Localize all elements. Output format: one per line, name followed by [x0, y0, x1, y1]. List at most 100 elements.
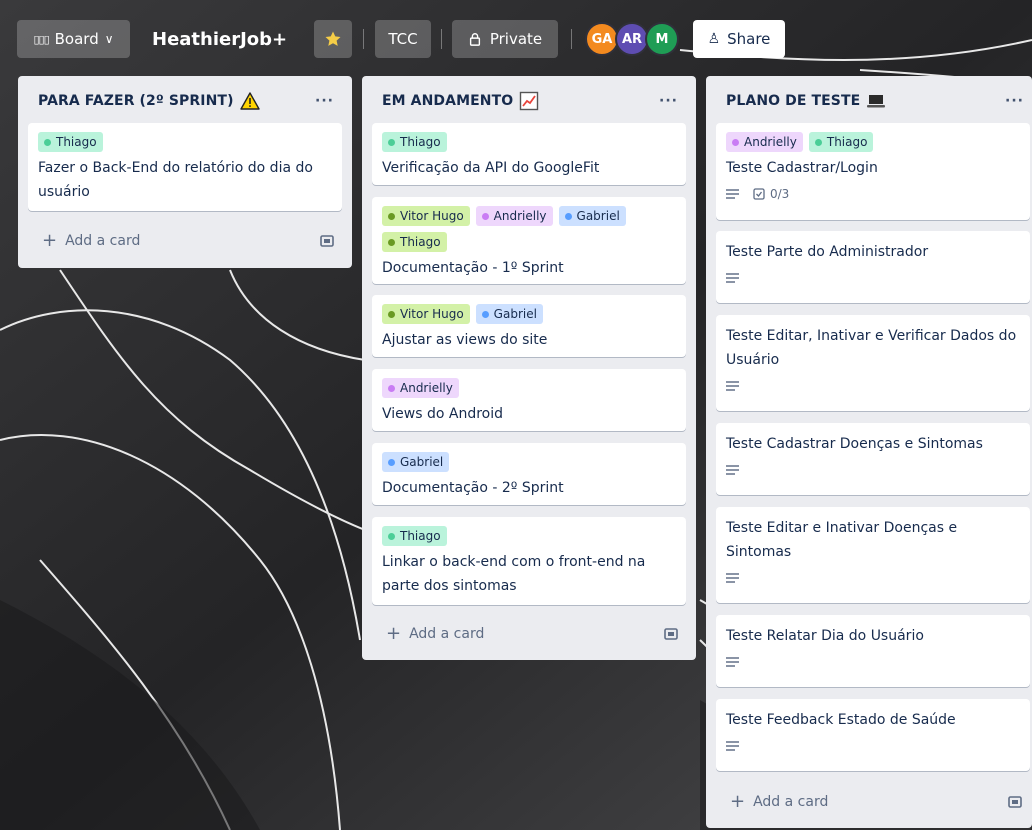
list-para-fazer: PARA FAZER (2º SPRINT) ··· Thiago Fazer …	[18, 76, 352, 268]
list-header[interactable]: PLANO DE TESTE ···	[706, 76, 1032, 126]
card-title: Documentação - 2º Sprint	[382, 480, 564, 496]
card-title: Verificação da API do GoogleFit	[382, 160, 600, 176]
card[interactable]: Thiago Verificação da API do GoogleFit	[372, 123, 686, 185]
card-label[interactable]: Thiago	[382, 132, 447, 152]
card-template-icon[interactable]	[1008, 795, 1022, 809]
avatar[interactable]: AR	[615, 22, 649, 56]
chart-icon	[520, 91, 539, 111]
visibility-label: Private	[489, 30, 543, 48]
avatar[interactable]: M	[645, 22, 679, 56]
description-icon	[726, 465, 739, 475]
share-label: Share	[727, 30, 771, 48]
card[interactable]: Teste Feedback Estado de Saúde	[716, 699, 1030, 771]
description-icon	[726, 573, 739, 583]
card-title: Views do Android	[382, 406, 503, 422]
list-plano-de-teste: PLANO DE TESTE ··· Andrielly Thiago Test…	[706, 76, 1032, 828]
card-badges	[726, 456, 1020, 484]
star-icon	[325, 31, 341, 46]
visibility-button[interactable]: Private	[452, 20, 558, 58]
card-title: Teste Cadastrar Doenças e Sintomas	[726, 436, 983, 452]
card-title: Ajustar as views do site	[382, 332, 548, 348]
description-icon	[726, 273, 739, 283]
plus-icon: +	[386, 623, 402, 644]
checklist-count: 0/3	[770, 187, 790, 201]
card-label[interactable]: Vitor Hugo	[382, 206, 470, 226]
card[interactable]: Teste Relatar Dia do Usuário	[716, 615, 1030, 687]
board-icon: ▯▯▯	[33, 32, 49, 46]
card[interactable]: Thiago Linkar o back-end com o front-end…	[372, 517, 686, 605]
add-person-icon: ♙	[707, 31, 721, 47]
header-divider	[441, 29, 442, 49]
board-title[interactable]: HeathierJob+	[152, 20, 287, 58]
card-badges	[726, 648, 1020, 676]
list-header[interactable]: EM ANDAMENTO ···	[362, 76, 696, 126]
add-card-button[interactable]: + Add a card	[716, 785, 1022, 819]
card-badges: 0/3	[726, 180, 1020, 208]
card-labels: Andrielly	[382, 378, 676, 398]
card-label[interactable]: Gabriel	[382, 452, 450, 472]
card-label[interactable]: Vitor Hugo	[382, 304, 470, 324]
add-card-button[interactable]: + Add a card	[372, 617, 686, 651]
card-title: Teste Cadastrar/Login	[726, 160, 878, 176]
card[interactable]: Andrielly Thiago Teste Cadastrar/Login 0…	[716, 123, 1030, 220]
board-view-switcher[interactable]: ▯▯▯ Board ∨	[17, 20, 130, 58]
list-title: PLANO DE TESTE	[726, 93, 861, 109]
card[interactable]: Teste Cadastrar Doenças e Sintomas	[716, 423, 1030, 495]
workspace-button[interactable]: TCC	[375, 20, 431, 58]
list-title: PARA FAZER (2º SPRINT)	[38, 93, 234, 109]
card[interactable]: Thiago Fazer o Back-End do relatório do …	[28, 123, 342, 211]
board-header: ▯▯▯ Board ∨ HeathierJob+ TCC Private GA …	[0, 0, 1032, 70]
list-menu-button[interactable]: ···	[1005, 93, 1024, 109]
card[interactable]: Andrielly Views do Android	[372, 369, 686, 431]
board-view-label: Board	[54, 30, 99, 48]
card-label[interactable]: Thiago	[382, 232, 447, 252]
card-labels: Thiago	[38, 132, 332, 152]
checklist-badge: 0/3	[753, 187, 789, 201]
card-label[interactable]: Andrielly	[475, 206, 553, 226]
list-title: EM ANDAMENTO	[382, 93, 514, 109]
card-labels: Vitor Hugo Gabriel	[382, 304, 676, 324]
card[interactable]: Vitor Hugo Andrielly Gabriel Thiago Docu…	[372, 197, 686, 284]
description-icon	[726, 741, 739, 751]
card[interactable]: Teste Editar e Inativar Doenças e Sintom…	[716, 507, 1030, 603]
card-title: Fazer o Back-End do relatório do dia do …	[38, 160, 313, 200]
card-template-icon[interactable]	[664, 627, 678, 641]
card[interactable]: Gabriel Documentação - 2º Sprint	[372, 443, 686, 505]
card[interactable]: Vitor Hugo Gabriel Ajustar as views do s…	[372, 295, 686, 357]
description-icon	[726, 381, 739, 391]
card[interactable]: Teste Parte do Administrador	[716, 231, 1030, 303]
list-header[interactable]: PARA FAZER (2º SPRINT) ···	[18, 76, 352, 126]
card-title: Linkar o back-end com o front-end na par…	[382, 554, 646, 594]
description-icon	[726, 189, 739, 199]
avatar[interactable]: GA	[585, 22, 619, 56]
card-label[interactable]: Andrielly	[382, 378, 459, 398]
plus-icon: +	[730, 791, 746, 812]
list-menu-button[interactable]: ···	[315, 93, 334, 109]
chevron-down-icon: ∨	[104, 32, 114, 46]
add-card-button[interactable]: + Add a card	[28, 224, 342, 258]
card-title: Teste Parte do Administrador	[726, 244, 929, 260]
description-icon	[726, 657, 739, 667]
checklist-icon	[753, 188, 765, 200]
card-labels: Thiago	[382, 526, 676, 546]
card-label[interactable]: Thiago	[382, 526, 447, 546]
card-label[interactable]: Gabriel	[475, 304, 543, 324]
header-divider	[363, 29, 364, 49]
card-label[interactable]: Gabriel	[558, 206, 626, 226]
card-label[interactable]: Thiago	[38, 132, 103, 152]
star-button[interactable]	[314, 20, 352, 58]
card-labels: Vitor Hugo Andrielly Gabriel Thiago	[382, 206, 676, 252]
list-em-andamento: EM ANDAMENTO ··· Thiago Verificação da A…	[362, 76, 696, 660]
card-label[interactable]: Andrielly	[726, 132, 803, 152]
plus-icon: +	[42, 230, 58, 251]
warning-icon	[239, 92, 260, 110]
card-title: Teste Feedback Estado de Saúde	[726, 712, 956, 728]
card-badges	[726, 264, 1020, 292]
share-button[interactable]: ♙ Share	[693, 20, 785, 58]
list-menu-button[interactable]: ···	[659, 93, 678, 109]
card-template-icon[interactable]	[320, 234, 334, 248]
card-label[interactable]: Thiago	[808, 132, 874, 152]
card-labels: Andrielly Thiago	[726, 132, 1020, 152]
card[interactable]: Teste Editar, Inativar e Verificar Dados…	[716, 315, 1030, 411]
card-title: Teste Editar e Inativar Doenças e Sintom…	[726, 520, 958, 560]
